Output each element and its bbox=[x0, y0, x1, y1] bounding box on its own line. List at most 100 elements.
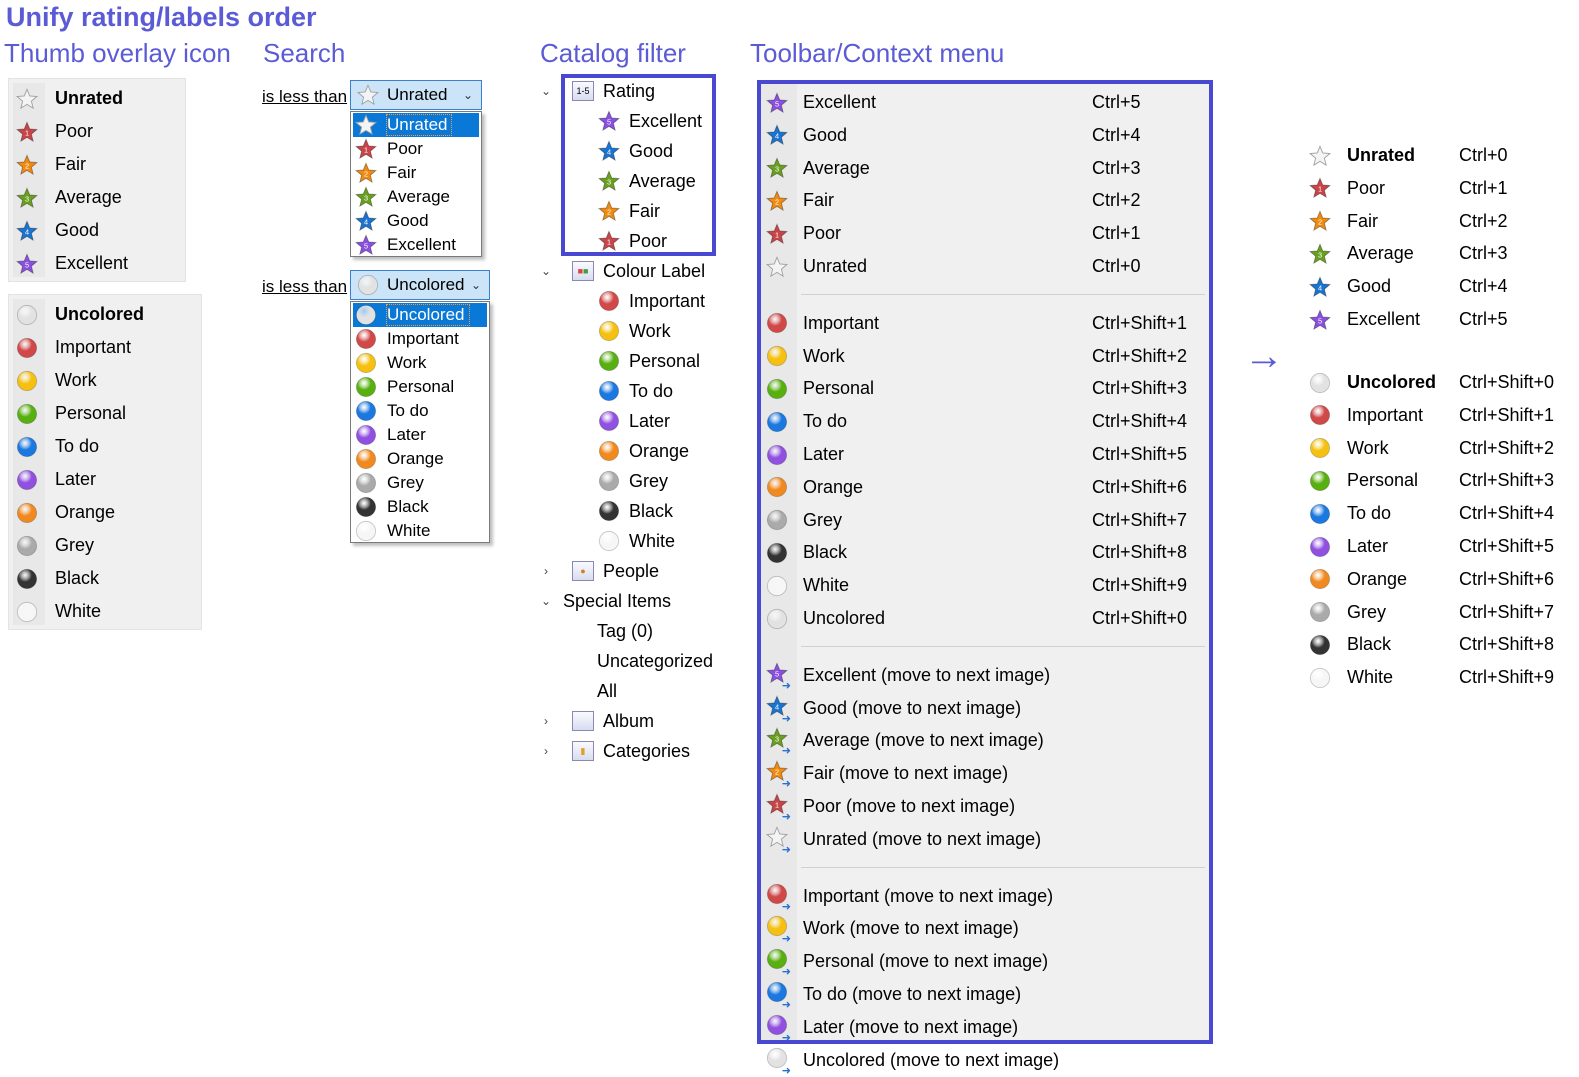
tree-item-label: All bbox=[597, 680, 618, 701]
tree-item-colour-label[interactable]: ⌄ ■ ■ Colour Label bbox=[539, 256, 705, 286]
tree-item-tag-0[interactable]: Tag (0) bbox=[597, 616, 653, 646]
menu-item-uncolored-move-to-next-image[interactable]: ➜ Uncolored (move to next image) bbox=[765, 1044, 1205, 1077]
label-operator-link[interactable]: is less than bbox=[262, 277, 347, 297]
tree-item-later[interactable]: Later bbox=[597, 406, 670, 436]
collapse-chevron-right-icon[interactable]: › bbox=[539, 714, 553, 728]
chevron-down-icon[interactable]: ⌄ bbox=[463, 88, 473, 102]
menu-item-work-move-to-next-image[interactable]: ➜ Work (move to next image) bbox=[765, 912, 1205, 945]
tree-item-poor[interactable]: 1 Poor bbox=[597, 226, 667, 256]
menu-item-fair[interactable]: 2 Fair Ctrl+2 bbox=[765, 184, 1205, 217]
tree-item-album[interactable]: › Album bbox=[539, 706, 654, 736]
menu-item-average-move-to-next-image[interactable]: 3 ➜ Average (move to next image) bbox=[765, 724, 1205, 757]
tree-item-to-do[interactable]: To do bbox=[597, 376, 673, 406]
dot-orange-icon bbox=[765, 475, 789, 499]
option-average[interactable]: 3 Average bbox=[353, 185, 479, 209]
menu-item-good-move-to-next-image[interactable]: 4 ➜ Good (move to next image) bbox=[765, 692, 1205, 725]
tree-item-categories[interactable]: › ▮ Categories bbox=[539, 736, 690, 766]
option-poor[interactable]: 1 Poor bbox=[353, 137, 479, 161]
menu-item-later[interactable]: Later Ctrl+Shift+5 bbox=[765, 438, 1205, 471]
menu-item-shortcut: Ctrl+0 bbox=[1092, 256, 1141, 276]
tree-item-work[interactable]: Work bbox=[597, 316, 671, 346]
option-work[interactable]: Work bbox=[353, 351, 487, 375]
menu-item-important[interactable]: Important Ctrl+Shift+1 bbox=[765, 307, 1205, 340]
chevron-down-icon[interactable]: ⌄ bbox=[471, 278, 481, 292]
option-later[interactable]: Later bbox=[353, 423, 487, 447]
menu-item-uncolored[interactable]: Uncolored Ctrl+Shift+0 bbox=[765, 602, 1205, 635]
menu-item-important-move-to-next-image[interactable]: ➜ Important (move to next image) bbox=[765, 880, 1205, 913]
menu-item-poor-move-to-next-image[interactable]: 1 ➜ Poor (move to next image) bbox=[765, 790, 1205, 823]
menu-item-excellent[interactable]: 5 Excellent Ctrl+5 bbox=[765, 86, 1205, 119]
unified-item-grey: Grey Ctrl+Shift+7 bbox=[1308, 596, 1554, 629]
dot-todo-icon bbox=[15, 435, 39, 459]
option-good[interactable]: 4 Good bbox=[353, 209, 479, 233]
menu-item-personal-move-to-next-image[interactable]: ➜ Personal (move to next image) bbox=[765, 945, 1205, 978]
tree-item-uncategorized[interactable]: Uncategorized bbox=[597, 646, 713, 676]
tree-item-excellent[interactable]: 5 Excellent bbox=[597, 106, 702, 136]
menu-item-to-do[interactable]: To do Ctrl+Shift+4 bbox=[765, 405, 1205, 438]
option-personal[interactable]: Personal bbox=[353, 375, 487, 399]
rating-operator-link[interactable]: is less than bbox=[262, 87, 347, 107]
dot-important-icon bbox=[15, 336, 39, 360]
tree-item-label: Good bbox=[629, 140, 674, 161]
menu-item-personal[interactable]: Personal Ctrl+Shift+3 bbox=[765, 372, 1205, 405]
option-important[interactable]: Important bbox=[353, 327, 487, 351]
menu-item-unrated[interactable]: Unrated Ctrl+0 bbox=[765, 250, 1205, 283]
tree-item-all[interactable]: All bbox=[597, 676, 617, 706]
star-good-icon: 4 bbox=[765, 123, 789, 147]
option-uncolored[interactable]: Uncolored bbox=[353, 303, 487, 327]
tree-item-rating[interactable]: ⌄ 1-5 Rating bbox=[539, 76, 655, 106]
menu-item-excellent-move-to-next-image[interactable]: 5 ➜ Excellent (move to next image) bbox=[765, 659, 1205, 692]
option-orange[interactable]: Orange bbox=[353, 447, 487, 471]
option-excellent[interactable]: 5 Excellent bbox=[353, 233, 479, 257]
dot-work-icon bbox=[765, 344, 789, 368]
menu-item-black[interactable]: Black Ctrl+Shift+8 bbox=[765, 536, 1205, 569]
tree-item-average[interactable]: 3 Average bbox=[597, 166, 696, 196]
menu-item-label: Personal (move to next image) bbox=[803, 951, 1049, 972]
tree-item-personal[interactable]: Personal bbox=[597, 346, 700, 376]
label-combobox[interactable]: Uncolored ⌄ bbox=[350, 270, 490, 300]
collapse-chevron-right-icon[interactable]: › bbox=[539, 744, 553, 758]
tree-item-people[interactable]: › ● People bbox=[539, 556, 659, 586]
option-to-do[interactable]: To do bbox=[353, 399, 487, 423]
tree-item-white[interactable]: White bbox=[597, 526, 675, 556]
tree-item-black[interactable]: Black bbox=[597, 496, 673, 526]
collapse-chevron-right-icon[interactable]: › bbox=[539, 564, 553, 578]
option-white[interactable]: White bbox=[353, 519, 487, 543]
dot-work-icon bbox=[1308, 436, 1332, 460]
menu-item-white[interactable]: White Ctrl+Shift+9 bbox=[765, 569, 1205, 602]
menu-item-to-do-move-to-next-image[interactable]: ➜ To do (move to next image) bbox=[765, 978, 1205, 1011]
option-black[interactable]: Black bbox=[353, 495, 487, 519]
star-unrated-icon bbox=[353, 114, 379, 136]
menu-item-orange[interactable]: Orange Ctrl+Shift+6 bbox=[765, 471, 1205, 504]
menu-item-poor[interactable]: 1 Poor Ctrl+1 bbox=[765, 217, 1205, 250]
dot-work-icon bbox=[353, 352, 379, 374]
expand-chevron-down-icon[interactable]: ⌄ bbox=[539, 84, 553, 98]
option-fair[interactable]: 2 Fair bbox=[353, 161, 479, 185]
tree-item-grey[interactable]: Grey bbox=[597, 466, 668, 496]
item-label: To do bbox=[1347, 503, 1392, 524]
menu-item-fair-move-to-next-image[interactable]: 2 ➜ Fair (move to next image) bbox=[765, 757, 1205, 790]
tree-item-important[interactable]: Important bbox=[597, 286, 705, 316]
menu-item-later-move-to-next-image[interactable]: ➜ Later (move to next image) bbox=[765, 1011, 1205, 1044]
expand-chevron-down-icon[interactable]: ⌄ bbox=[539, 264, 553, 278]
unified-item-black: Black Ctrl+Shift+8 bbox=[1308, 628, 1554, 661]
rating-combobox[interactable]: Unrated ⌄ bbox=[350, 80, 482, 110]
menu-item-unrated-move-to-next-image[interactable]: ➜ Unrated (move to next image) bbox=[765, 823, 1205, 856]
dot-todo-icon bbox=[765, 410, 789, 434]
tree-item-good[interactable]: 4 Good bbox=[597, 136, 673, 166]
item-label: Orange bbox=[1347, 568, 1408, 589]
menu-item-label: Poor (move to next image) bbox=[803, 796, 1016, 816]
menu-item-grey[interactable]: Grey Ctrl+Shift+7 bbox=[765, 504, 1205, 537]
expand-chevron-down-icon[interactable]: ⌄ bbox=[539, 594, 553, 608]
star-good-icon: 4 bbox=[1308, 275, 1332, 299]
menu-item-good[interactable]: 4 Good Ctrl+4 bbox=[765, 119, 1205, 152]
option-unrated[interactable]: Unrated bbox=[353, 113, 479, 137]
dot-todo-icon bbox=[353, 400, 379, 422]
tree-item-orange[interactable]: Orange bbox=[597, 436, 689, 466]
tree-item-special-items[interactable]: ⌄ Special Items bbox=[539, 586, 671, 616]
menu-item-average[interactable]: 3 Average Ctrl+3 bbox=[765, 152, 1205, 185]
menu-item-work[interactable]: Work Ctrl+Shift+2 bbox=[765, 340, 1205, 373]
tree-item-label: Poor bbox=[629, 230, 668, 251]
option-grey[interactable]: Grey bbox=[353, 471, 487, 495]
tree-item-fair[interactable]: 2 Fair bbox=[597, 196, 660, 226]
